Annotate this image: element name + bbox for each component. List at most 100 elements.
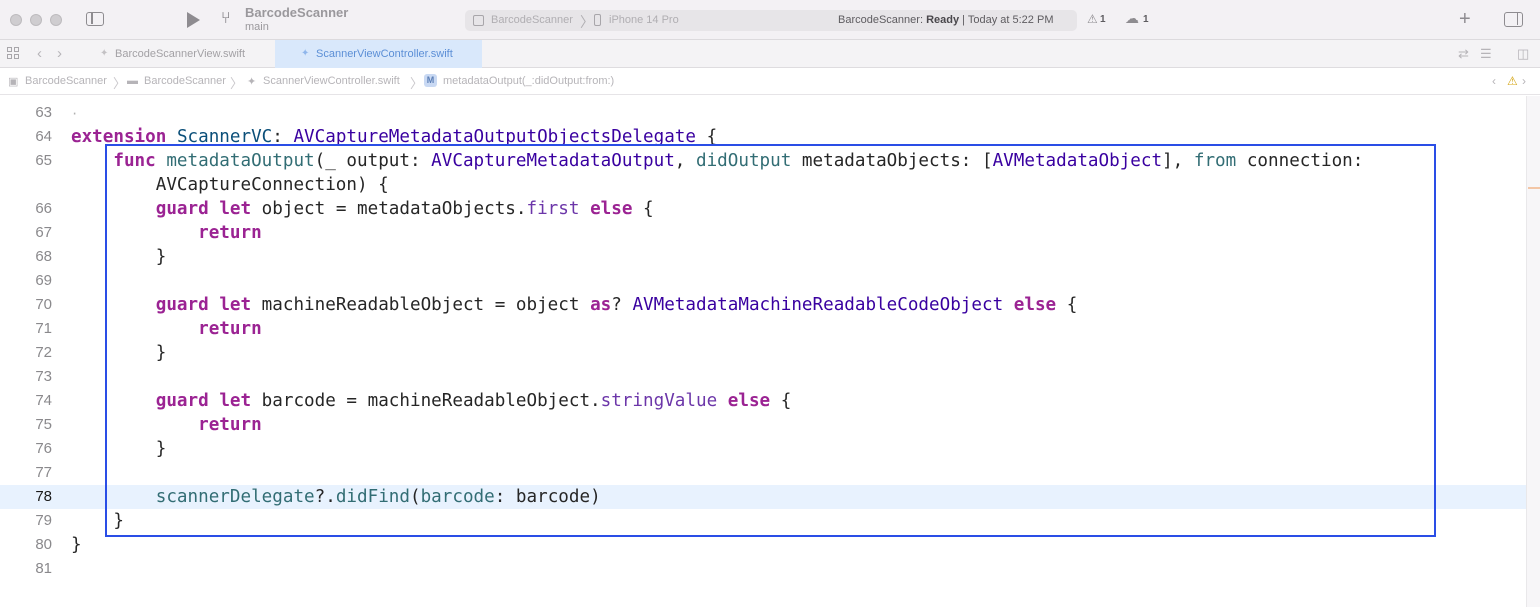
code-line[interactable]: 74 guard let barcode = machineReadableOb… [0,389,1526,413]
code-text: scannerDelegate?.didFind(barcode: barcod… [71,485,601,509]
title-bar: ⑂ BarcodeScanner main BarcodeScanner 〉 i… [0,0,1540,40]
previous-issue-icon[interactable]: ‹ [1492,74,1496,88]
code-token: let [219,295,252,315]
code-token: return [198,319,262,339]
code-token: { [632,199,654,219]
build-status: BarcodeScanner: Ready | Today at 5:22 PM [838,14,1054,26]
code-line[interactable]: 66 guard let object = metadataObjects.fi… [0,197,1526,221]
inspector-toggle-icon[interactable] [1504,12,1523,27]
code-line[interactable]: AVCaptureConnection) { [0,173,1526,197]
activity-view[interactable]: BarcodeScanner 〉 iPhone 14 Pro BarcodeSc… [465,10,1077,31]
code-line[interactable]: 80} [0,533,1526,557]
plus-icon[interactable]: + [1459,8,1471,31]
tab-label: ScannerViewController.swift [316,48,453,60]
code-token: } [71,247,167,267]
code-token: machineReadableObject = object [251,295,591,315]
play-icon[interactable] [187,12,200,28]
code-token: ScannerVC [176,127,273,147]
code-token: AVMetadataMachineReadableCodeObject [632,295,1004,315]
breadcrumb-method[interactable]: metadataOutput(_:didOutput:from:) [443,75,614,87]
code-token: didFind [335,487,410,507]
code-token: } [71,343,167,363]
code-line[interactable]: 76 } [0,437,1526,461]
scheme-selector[interactable]: BarcodeScanner [491,14,573,26]
code-token: guard [155,295,209,315]
code-line[interactable]: 72 } [0,341,1526,365]
code-line[interactable]: 75 return [0,413,1526,437]
code-line[interactable]: 70 guard let machineReadableObject = obj… [0,293,1526,317]
code-token: barcode = machineReadableObject. [251,391,601,411]
code-line[interactable]: 71 return [0,317,1526,341]
code-line[interactable]: 79 } [0,509,1526,533]
code-token: (_ output: [314,151,432,171]
next-issue-icon[interactable]: › [1522,74,1526,88]
sidebar-toggle-icon[interactable] [86,12,104,26]
code-token: func [113,151,156,171]
code-line[interactable]: 68 } [0,245,1526,269]
code-token: ( [409,487,421,507]
forward-arrow-icon[interactable]: › [57,45,62,62]
code-text: extension ScannerVC: AVCaptureMetadataOu… [71,125,717,149]
swift-file-icon: ✦ [100,48,109,59]
device-selector[interactable]: iPhone 14 Pro [609,14,679,26]
code-line[interactable]: 65 func metadataOutput(_ output: AVCaptu… [0,149,1526,173]
code-token: else [727,391,771,411]
code-token: AVCaptureMetadataOutput [431,151,675,171]
warning-icon[interactable]: ⚠ [1507,74,1518,88]
minimap-gutter[interactable] [1526,96,1540,607]
line-number: 71 [35,320,52,337]
editor-options-icon[interactable]: ☰ [1480,46,1492,62]
split-editor-icon[interactable]: ◫ [1517,46,1529,62]
code-text: guard let object = metadataObjects.first… [71,197,654,221]
code-line[interactable]: 67 return [0,221,1526,245]
code-text: return [71,221,262,245]
zoom-window-button[interactable] [50,14,62,26]
code-token: } [71,511,124,531]
line-number: 64 [35,128,52,145]
project-icon: ▣ [8,76,19,88]
code-token: AVMetadataObject [992,151,1163,171]
tab-bar: ‹ › ✦ BarcodeScannerView.swift ✦ Scanner… [0,40,1540,68]
tab-barcode-scanner-view[interactable]: ✦ BarcodeScannerView.swift [88,40,274,68]
line-number: 65 [35,152,52,169]
breadcrumb-file[interactable]: ScannerViewController.swift [263,75,400,87]
code-text: guard let barcode = machineReadableObjec… [71,389,792,413]
tab-scanner-view-controller[interactable]: ✦ ScannerViewController.swift [275,40,482,68]
scroll-marker [1528,187,1540,189]
line-number: 70 [35,296,52,313]
current-code-line[interactable]: 78 scannerDelegate?.didFind(barcode: bar… [0,485,1526,509]
code-line[interactable]: 69 [0,269,1526,293]
code-token: as [590,295,612,315]
code-token: : [272,127,294,147]
cloud-icon[interactable]: ☁ [1125,10,1139,27]
breadcrumb-folder[interactable]: BarcodeScanner [144,75,226,87]
code-token: } [71,439,167,459]
code-line[interactable]: 64 extension ScannerVC: AVCaptureMetadata… [0,125,1526,149]
code-token: ? [611,295,633,315]
code-line[interactable]: 73 [0,365,1526,389]
refresh-icon[interactable]: ⇄ [1458,46,1469,62]
branch-icon: ⑂ [221,10,231,27]
related-items-grid-icon[interactable] [7,47,20,60]
code-text: } [71,245,167,269]
chevron-right-icon: 〉 [580,14,594,30]
code-line[interactable]: 81 [0,557,1526,581]
close-window-button[interactable] [10,14,22,26]
back-arrow-icon[interactable]: ‹ [37,45,42,62]
breadcrumb-project[interactable]: BarcodeScanner [25,75,107,87]
method-icon: M [424,74,437,87]
code-line[interactable]: 77 [0,461,1526,485]
code-token: AVCaptureMetadataOutputObjectsDelegate [293,127,696,147]
iphone-icon [594,14,601,26]
warning-icon[interactable]: ⚠ [1087,12,1098,26]
minimize-window-button[interactable] [30,14,42,26]
code-token: { [770,391,792,411]
code-line[interactable]: 63 [0,101,1526,125]
